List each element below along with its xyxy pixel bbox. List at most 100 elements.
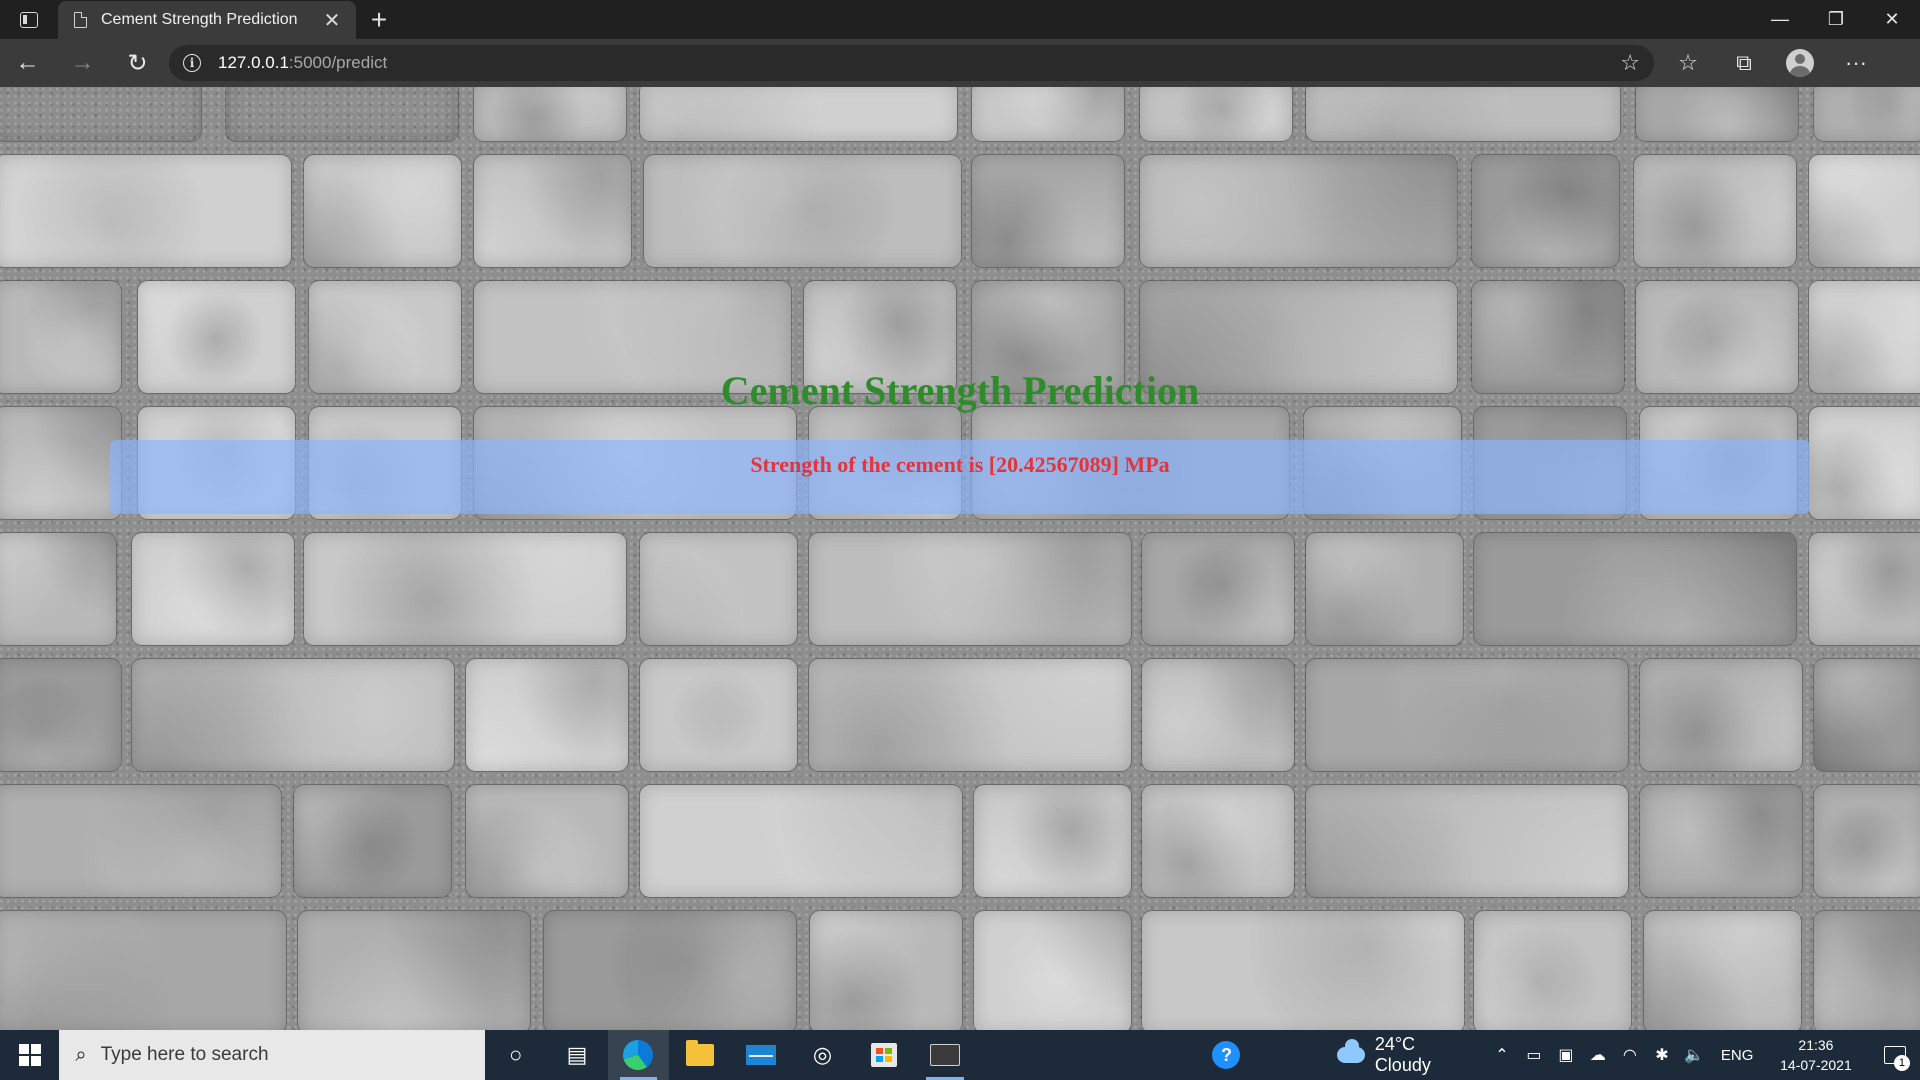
url-host: 127.0.0.1 [218, 53, 289, 72]
edge-icon[interactable] [607, 1030, 670, 1080]
page-icon [74, 12, 87, 28]
paving-stone [132, 659, 454, 771]
paving-stone [298, 911, 530, 1030]
paving-stone [0, 87, 201, 141]
cortana-icon[interactable]: ○ [485, 1030, 546, 1080]
volume-icon[interactable]: 🔈 [1683, 1045, 1705, 1065]
tab-title: Cement Strength Prediction [101, 11, 298, 28]
paving-stone [810, 911, 962, 1030]
paving-stone [1142, 533, 1294, 645]
forward-button[interactable]: → [55, 39, 110, 87]
paving-stone [1472, 155, 1619, 267]
address-bar[interactable]: i 127.0.0.1 :5000/predict ☆ [169, 45, 1654, 81]
paving-stone [1142, 785, 1294, 897]
paving-stone [1640, 785, 1802, 897]
terminal-icon[interactable] [914, 1030, 975, 1080]
reload-button[interactable]: ↻ [110, 39, 165, 87]
paving-stone [544, 911, 796, 1030]
battery-icon[interactable]: ▭ [1523, 1045, 1545, 1065]
paving-stone [466, 659, 628, 771]
paving-stone [1634, 155, 1796, 267]
paving-stone [1142, 911, 1464, 1030]
paving-stone [1306, 659, 1628, 771]
window-controls: — ❐ ✕ [1752, 0, 1920, 39]
paving-stone [640, 659, 797, 771]
paving-stone [304, 155, 461, 267]
paving-stone [644, 155, 961, 267]
help-icon[interactable]: ? [1196, 1030, 1257, 1080]
profile-button[interactable] [1772, 39, 1828, 87]
paving-stone [809, 533, 1131, 645]
paving-stone [0, 155, 291, 267]
weather-widget[interactable]: 24°C Cloudy [1337, 1034, 1475, 1076]
paving-stone [972, 87, 1124, 141]
page-title: Cement Strength Prediction [720, 368, 1200, 413]
hp-icon[interactable]: ◎ [792, 1030, 853, 1080]
paving-stone [226, 87, 458, 141]
paving-stone [972, 155, 1124, 267]
back-button[interactable]: ← [0, 39, 55, 87]
clock-date: 14-07-2021 [1780, 1057, 1852, 1073]
paving-stone [1814, 659, 1920, 771]
paving-stone [0, 659, 121, 771]
tab-actions-icon [20, 11, 38, 28]
paving-stone [1814, 911, 1920, 1030]
language-indicator[interactable]: ENG [1721, 1047, 1754, 1064]
site-info-icon[interactable]: i [183, 54, 201, 72]
paving-stone [0, 785, 281, 897]
paving-stone [474, 87, 626, 141]
search-placeholder: Type here to search [100, 1044, 269, 1065]
paving-stone [1809, 155, 1920, 267]
new-tab-button[interactable]: + [356, 0, 402, 39]
browser-tab[interactable]: Cement Strength Prediction ✕ [58, 1, 356, 39]
device-icon[interactable]: ▣ [1555, 1045, 1577, 1065]
paving-stone [1140, 87, 1292, 141]
system-tray: ⌃ ▭ ▣ ☁ ◠ ✱ 🔈 ENG [1491, 1045, 1754, 1065]
weather-text: 24°C Cloudy [1374, 1034, 1431, 1075]
chevron-up-icon[interactable]: ⌃ [1491, 1045, 1513, 1065]
more-menu-icon[interactable]: ··· [1828, 39, 1884, 87]
paving-stone [1636, 87, 1798, 141]
task-view-icon[interactable]: ▤ [546, 1030, 607, 1080]
add-favorite-icon[interactable]: ☆ [1620, 50, 1640, 76]
paving-stone [1814, 87, 1920, 141]
wifi-icon[interactable]: ◠ [1619, 1045, 1641, 1065]
paving-stone [1814, 785, 1920, 897]
paving-stone [640, 533, 797, 645]
store-icon[interactable] [853, 1030, 914, 1080]
file-explorer-icon[interactable] [669, 1030, 730, 1080]
navigation-bar: ← → ↻ i 127.0.0.1 :5000/predict ☆ ☆ ⧉ ··… [0, 39, 1920, 87]
mail-icon[interactable] [730, 1030, 791, 1080]
collections-icon[interactable]: ⧉ [1716, 39, 1772, 87]
paving-stone [132, 533, 294, 645]
start-button[interactable] [0, 1030, 59, 1080]
restore-button[interactable]: ❐ [1808, 0, 1864, 39]
close-window-button[interactable]: ✕ [1864, 0, 1920, 39]
clock[interactable]: 21:36 14-07-2021 [1771, 1035, 1860, 1075]
paving-stone [640, 87, 957, 141]
windows-taskbar: ⌕ Type here to search ○ ▤ ◎ ? 24°C Cloud… [0, 1030, 1920, 1080]
windows-logo-icon [18, 1044, 41, 1066]
paving-stone [0, 533, 116, 645]
taskbar-search[interactable]: ⌕ Type here to search [59, 1030, 486, 1080]
avatar [1786, 49, 1814, 77]
paving-stone [1142, 659, 1294, 771]
tab-strip: Cement Strength Prediction ✕ + — ❐ ✕ [0, 0, 1920, 39]
paving-stone [1474, 533, 1796, 645]
paving-stone [974, 911, 1131, 1030]
onedrive-icon[interactable]: ☁ [1587, 1045, 1609, 1065]
tab-actions-button[interactable] [0, 0, 58, 39]
minimize-button[interactable]: — [1752, 0, 1808, 39]
paving-stone [0, 911, 286, 1030]
paving-stone [1306, 785, 1628, 897]
paving-stone [974, 785, 1131, 897]
paving-stone [1306, 87, 1620, 141]
app-tray-icon[interactable]: ✱ [1651, 1045, 1673, 1065]
favorites-icon[interactable]: ☆ [1660, 39, 1716, 87]
page-viewport: Cement Strength Prediction Strength of t… [0, 87, 1920, 1030]
notification-center-button[interactable]: 1 [1870, 1030, 1919, 1080]
clock-time: 21:36 [1798, 1037, 1834, 1053]
tab-close-icon[interactable]: ✕ [320, 8, 344, 33]
cloud-icon [1337, 1039, 1365, 1063]
paving-stone [1809, 533, 1920, 645]
